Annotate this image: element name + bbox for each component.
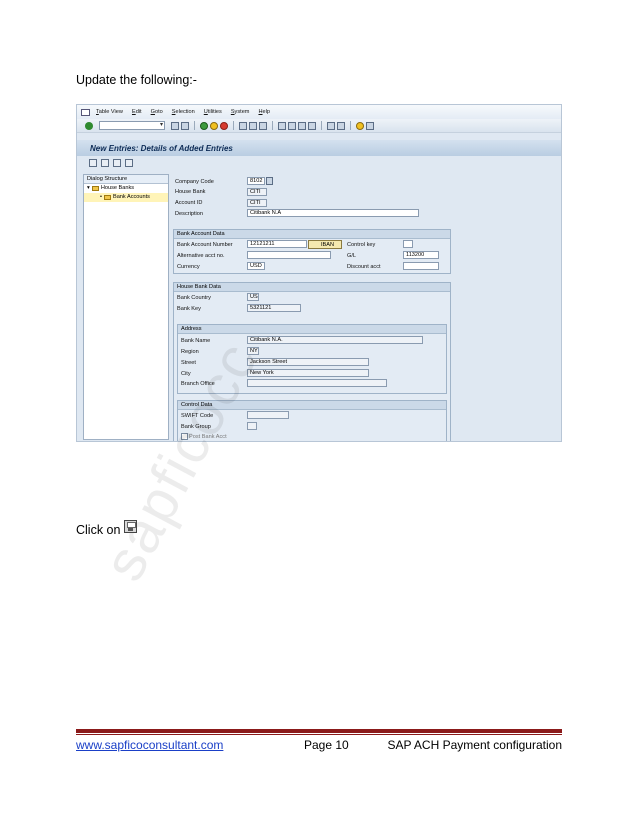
bank-country-label: Bank Country [177, 295, 211, 301]
window-menu-icon[interactable] [81, 108, 90, 116]
alt-acct-label: Alternative acct no. [177, 253, 225, 259]
folder-icon [91, 186, 99, 191]
next-page-icon[interactable] [298, 121, 306, 130]
find-next-icon[interactable] [259, 121, 267, 130]
company-code-field[interactable]: 8102 [247, 177, 265, 185]
menu-utilities[interactable]: Utilities [204, 109, 222, 115]
value-help-icon[interactable] [266, 177, 273, 185]
house-bank-data-title: House Bank Data [174, 283, 450, 292]
menu-edit[interactable]: Edit [132, 109, 142, 115]
click-instruction: Click on [76, 520, 138, 537]
region-label: Region [181, 349, 199, 355]
enter-icon[interactable] [85, 121, 93, 130]
address-title: Address [178, 325, 446, 334]
standard-toolbar [77, 119, 561, 133]
gl-field[interactable]: 113200 [403, 251, 439, 259]
bank-account-number-label: Bank Account Number [177, 242, 233, 248]
save-icon [124, 520, 138, 533]
next-entry-icon[interactable] [125, 159, 133, 167]
control-key-label: Control key [347, 242, 376, 248]
new-session-icon[interactable] [327, 121, 335, 130]
menu-help[interactable]: Help [258, 109, 270, 115]
currency-field[interactable]: USD [247, 262, 265, 270]
back-icon[interactable] [200, 121, 208, 130]
tree-item-house-banks[interactable]: ▾ House Banks [84, 184, 168, 193]
footer-document-title: SAP ACH Payment configuration [387, 738, 562, 752]
open-folder-icon [103, 195, 111, 200]
footer-rule-thin [76, 734, 562, 735]
exit-icon[interactable] [210, 121, 218, 130]
alt-acct-field[interactable] [247, 251, 331, 259]
dialog-structure-header: Dialog Structure [84, 175, 168, 184]
click-on-text: Click on [76, 523, 121, 537]
bank-group-field[interactable] [247, 422, 257, 430]
delete-icon[interactable] [113, 159, 121, 167]
save-icon[interactable] [181, 121, 189, 130]
menu-table-view[interactable]: Table View [96, 109, 123, 115]
description-label: Description [175, 211, 203, 217]
bank-account-number-field[interactable]: 12121211 [247, 240, 307, 248]
control-key-field[interactable] [403, 240, 413, 248]
bank-account-data-title: Bank Account Data [174, 230, 450, 239]
expand-icon[interactable]: ▾ [87, 184, 90, 193]
copy-icon[interactable] [101, 159, 109, 167]
account-id-field[interactable]: CITI [247, 199, 267, 207]
footer-page-number: Page 10 [304, 738, 349, 752]
company-code-label: Company Code [175, 179, 214, 185]
menu-selection[interactable]: Selection [172, 109, 195, 115]
bullet-icon: • [100, 194, 102, 200]
footer-rule [76, 729, 562, 733]
application-toolbar [77, 157, 561, 169]
back-arrow-icon[interactable] [171, 121, 179, 130]
footer-website-link[interactable]: www.sapficoconsultant.com [76, 738, 223, 752]
bank-key-field[interactable]: 5321121 [247, 304, 301, 312]
print-icon[interactable] [239, 121, 247, 130]
house-bank-label: House Bank [175, 189, 206, 195]
swift-code-field[interactable] [247, 411, 289, 419]
bank-name-field[interactable]: Citibank N.A. [247, 336, 423, 344]
bank-key-label: Bank Key [177, 306, 201, 312]
description-field[interactable]: Citibank N.A [247, 209, 419, 217]
sap-screenshot: Table View Edit Goto Selection Utilities… [76, 104, 562, 442]
previous-page-icon[interactable] [288, 121, 296, 130]
account-id-label: Account ID [175, 200, 203, 206]
dialog-structure-panel: Dialog Structure ▾ House Banks • Bank Ac… [83, 174, 169, 440]
tree-item-bank-accounts[interactable]: • Bank Accounts [84, 193, 168, 202]
display-change-icon[interactable] [89, 159, 97, 167]
iban-button[interactable]: IBAN [308, 240, 342, 249]
intro-text: Update the following:- [76, 73, 197, 87]
menu-goto[interactable]: Goto [151, 109, 163, 115]
cancel-icon[interactable] [220, 121, 228, 130]
bank-country-field[interactable]: US [247, 293, 259, 301]
layout-icon[interactable] [366, 121, 374, 130]
find-icon[interactable] [249, 121, 257, 130]
help-icon[interactable] [356, 121, 364, 130]
currency-label: Currency [177, 264, 200, 270]
branch-office-field[interactable] [247, 379, 387, 387]
discount-acct-label: Discount acct [347, 264, 381, 270]
gl-label: G/L [347, 253, 357, 259]
first-page-icon[interactable] [278, 121, 286, 130]
shortcut-icon[interactable] [337, 121, 345, 130]
discount-acct-field[interactable] [403, 262, 439, 270]
last-page-icon[interactable] [308, 121, 316, 130]
command-field[interactable] [99, 121, 165, 130]
house-bank-field[interactable]: CITI [247, 188, 267, 196]
menu-bar: Table View Edit Goto Selection Utilities… [77, 105, 561, 119]
menu-system[interactable]: System [231, 109, 250, 115]
screen-title: New Entries: Details of Added Entries [77, 140, 561, 156]
